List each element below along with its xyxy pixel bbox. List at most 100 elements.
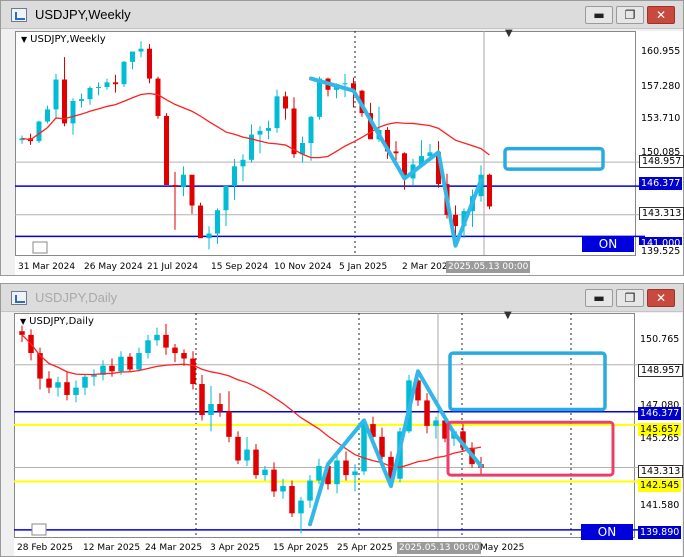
close-button[interactable]: ✕ bbox=[647, 6, 675, 24]
time-label: 3 Apr 2025 bbox=[210, 543, 260, 553]
candle-body bbox=[113, 82, 118, 85]
candle-body bbox=[317, 78, 322, 117]
price-label: 141.580 bbox=[640, 500, 680, 511]
candle-body bbox=[53, 79, 59, 110]
daily-window-title: USDJPY,Daily bbox=[35, 290, 118, 305]
candle-body bbox=[308, 116, 314, 143]
candle-body bbox=[82, 376, 88, 388]
candle-body bbox=[300, 143, 305, 155]
close-button[interactable]: ✕ bbox=[647, 289, 675, 307]
candle-body bbox=[181, 353, 187, 359]
weekly-titlebar[interactable]: USDJPY,Weekly ▬ ❐ ✕ bbox=[1, 1, 683, 29]
candle-body bbox=[352, 471, 358, 476]
time-label: 5 Jan 2025 bbox=[339, 262, 388, 272]
candle-body bbox=[55, 382, 61, 388]
candle-body bbox=[154, 334, 160, 341]
on-badge[interactable]: ON bbox=[581, 524, 633, 540]
candle-body bbox=[342, 83, 348, 85]
candle-body bbox=[280, 486, 286, 492]
weekly-chart-area[interactable]: ▼ USDJPY,Weekly ▼ 160.955 157.280 153.71… bbox=[15, 28, 684, 275]
price-label-blue-level: 146.377 bbox=[639, 177, 683, 190]
price-label: 139.525 bbox=[639, 245, 683, 258]
candle-body bbox=[19, 331, 25, 335]
candle-body bbox=[274, 96, 280, 129]
candle-body bbox=[361, 424, 367, 472]
candle-body bbox=[244, 449, 250, 461]
daily-symbol-label: ▼ USDJPY,Daily bbox=[20, 316, 94, 327]
candle-body bbox=[155, 78, 161, 116]
price-label-gray-level: 148.957 bbox=[638, 364, 684, 377]
candle-body bbox=[73, 387, 79, 395]
candle-body bbox=[487, 174, 492, 207]
expand-triangle-icon: ▼ bbox=[20, 317, 27, 326]
candle-body bbox=[121, 61, 127, 85]
crosshair-date-label: 2025.05.13 00:00 bbox=[446, 261, 531, 273]
expand-triangle-icon: ▼ bbox=[21, 35, 28, 44]
weekly-chart-window[interactable]: USDJPY,Weekly ▬ ❐ ✕ ▼ USDJPY,Weekly ▼ 16… bbox=[0, 0, 684, 276]
candle-body bbox=[232, 166, 237, 186]
price-label: 145.265 bbox=[640, 433, 680, 444]
candle-body bbox=[104, 82, 110, 87]
candle-body bbox=[163, 334, 169, 348]
restore-button[interactable]: ❐ bbox=[616, 289, 644, 307]
shift-marker-icon[interactable]: ▼ bbox=[504, 310, 512, 321]
time-label: 26 May 2024 bbox=[84, 262, 143, 272]
on-badge[interactable]: ON bbox=[582, 236, 634, 252]
candle-body bbox=[181, 174, 186, 187]
candle-body bbox=[316, 465, 322, 481]
candle-body bbox=[189, 174, 195, 206]
minimize-button[interactable]: ▬ bbox=[585, 6, 613, 24]
candle-body bbox=[164, 115, 169, 185]
candle-body bbox=[334, 460, 340, 485]
candle-body bbox=[36, 121, 42, 142]
daily-candlestick-plot[interactable] bbox=[14, 313, 682, 556]
candle-body bbox=[253, 449, 259, 476]
candle-body bbox=[172, 185, 178, 187]
resistance-zone-box bbox=[448, 351, 607, 412]
candle-body bbox=[145, 340, 151, 354]
trend-zigzag-drawing bbox=[308, 369, 483, 527]
shift-marker-icon[interactable]: ▼ bbox=[505, 28, 513, 39]
candle-body bbox=[223, 185, 229, 211]
candle-body bbox=[70, 101, 76, 124]
resistance-zone-box bbox=[503, 146, 605, 171]
candle-body bbox=[379, 436, 385, 457]
candle-body bbox=[136, 353, 142, 370]
time-label: 10 Nov 2024 bbox=[274, 262, 332, 272]
candle-body bbox=[199, 384, 205, 415]
candle-body bbox=[291, 108, 297, 155]
price-label-blue-lower: 139.890 bbox=[638, 526, 682, 539]
candle-body bbox=[190, 358, 196, 385]
price-label-blue-level: 146.377 bbox=[638, 407, 682, 420]
minimize-button[interactable]: ▬ bbox=[585, 289, 613, 307]
candle-body bbox=[64, 382, 70, 395]
plot-frame bbox=[15, 31, 636, 256]
candle-body bbox=[226, 411, 232, 437]
object-icon bbox=[32, 241, 48, 254]
candle-body bbox=[130, 51, 135, 62]
price-label-current: 143.313 bbox=[638, 465, 684, 478]
candle-body bbox=[215, 210, 220, 234]
candle-body bbox=[307, 480, 313, 501]
price-label: 157.280 bbox=[641, 81, 681, 92]
restore-button[interactable]: ❐ bbox=[616, 6, 644, 24]
candle-body bbox=[424, 400, 430, 426]
candle-body bbox=[147, 48, 152, 79]
candle-body bbox=[217, 404, 223, 412]
time-label: 2 Mar 202 bbox=[402, 262, 448, 272]
time-label: 12 Mar 2025 bbox=[83, 543, 141, 553]
weekly-window-title: USDJPY,Weekly bbox=[35, 7, 131, 22]
time-label: 15 Sep 2024 bbox=[211, 262, 269, 272]
candle-body bbox=[257, 130, 263, 135]
candle-body bbox=[62, 79, 67, 124]
candle-body bbox=[45, 109, 50, 122]
daily-chart-area[interactable]: ▼ USDJPY,Daily ▼ 150.765 148.957 147.080… bbox=[14, 310, 684, 556]
candle-body bbox=[289, 486, 295, 514]
price-label: 160.955 bbox=[641, 46, 681, 57]
candle-body bbox=[240, 159, 246, 167]
time-label: May 2025 bbox=[480, 543, 525, 553]
candle-body bbox=[118, 356, 124, 372]
daily-titlebar[interactable]: USDJPY,Daily ▬ ❐ ✕ bbox=[1, 284, 683, 312]
candle-body bbox=[283, 96, 288, 109]
chart-window-icon bbox=[11, 8, 27, 22]
